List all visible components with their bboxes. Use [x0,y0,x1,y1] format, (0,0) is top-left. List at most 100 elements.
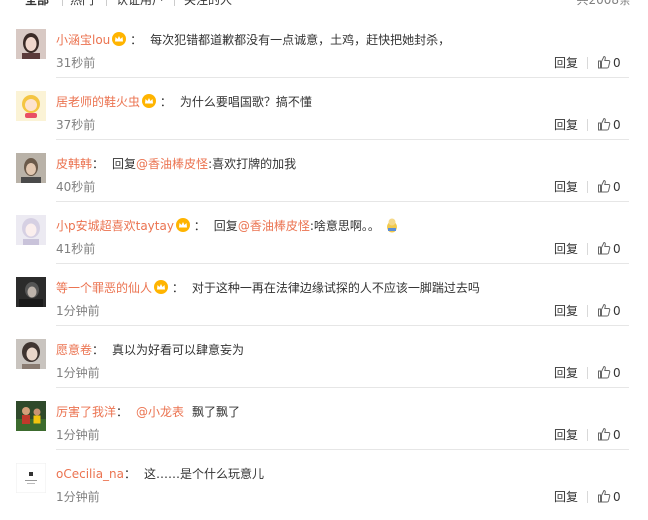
person-portrait-icon [16,153,46,183]
avatar[interactable] [16,29,46,59]
action-separator [587,491,588,503]
row-divider [56,449,629,450]
like-count: 0 [613,428,621,442]
avatar[interactable] [16,153,46,183]
cartoon-girl-icon [16,91,46,121]
comment-time: 41秒前 [56,242,96,256]
thumbs-up-icon [598,241,611,255]
avatar[interactable] [16,463,46,493]
thumbs-up-icon [598,427,611,441]
cartoon-emoji-icon [386,218,397,233]
mention-link[interactable]: @小龙表 [136,405,184,419]
like-count: 0 [613,490,621,504]
action-separator [587,367,588,379]
like-button[interactable]: 0 [597,241,621,257]
like-button[interactable]: 0 [597,303,621,319]
reply-button[interactable]: 回复 [554,303,578,319]
username-link[interactable]: 愿意卷 [56,343,92,357]
comment-total-count: 共2008条 [576,0,631,7]
reply-button[interactable]: 回复 [554,55,578,71]
reply-prefix: 回复 [213,219,238,233]
like-button[interactable]: 0 [597,489,621,505]
row-divider [56,201,629,202]
like-count: 0 [613,366,621,380]
colon-separator: ： [92,157,105,171]
comment-text: :啥意思啊。。 [309,219,380,233]
avatar[interactable] [16,91,46,121]
woman-face-icon [16,339,46,369]
colon-separator: ： [171,281,184,295]
comment-item: 居老师的鞋火虫 ： 为什么要唱国歌？搞不懂 37秒前 回复 0 [0,86,648,148]
comment-time: 1分钟前 [56,304,100,318]
comment-item: 皮韩韩： 回复@香油棒皮怪:喜欢打牌的加我 40秒前 回复 0 [0,148,648,210]
sports-photo-icon [16,401,46,431]
colon-separator: ： [159,95,172,109]
thumbs-up-icon [598,117,611,131]
like-count: 0 [613,242,621,256]
reply-button[interactable]: 回复 [554,241,578,257]
reply-button[interactable]: 回复 [554,489,578,505]
comment-item: 小涵宝lou ： 每次犯错都道歉都没有一点诚意，土鸡，赶快把她封杀， 31秒前 回… [0,24,648,86]
like-button[interactable]: 0 [597,365,621,381]
row-divider [56,263,629,264]
anime-girl-icon [16,215,46,245]
thumbs-up-icon [598,489,611,503]
like-button[interactable]: 0 [597,179,621,195]
like-count: 0 [613,56,621,70]
comment-time: 31秒前 [56,56,96,70]
comment-text: 飘了飘了 [192,405,241,419]
minimal-logo-icon [16,463,46,493]
reply-button[interactable]: 回复 [554,365,578,381]
dark-photo-icon [16,277,46,307]
vip-crown-icon [154,280,169,294]
tab-following[interactable]: 关注的人 [184,0,232,8]
username-link[interactable]: oCecilia_na [56,467,124,481]
like-button[interactable]: 0 [597,427,621,443]
action-separator [587,305,588,317]
username-link[interactable]: 厉害了我洋 [56,405,116,419]
username-link[interactable]: 皮韩韩 [56,157,92,171]
comment-item: 等一个罪恶的仙人 ：对于这种一再在法律边缘试探的人不应该一脚踹过去吗 1分钟前 … [0,272,648,334]
like-count: 0 [613,118,621,132]
colon-separator: ： [92,343,105,357]
tab-hot[interactable]: 热门 [70,0,94,8]
reply-prefix: 回复 [112,157,137,171]
mention-link[interactable]: @香油棒皮怪 [136,157,208,171]
comment-time: 40秒前 [56,180,96,194]
avatar[interactable] [16,277,46,307]
comment-time: 1分钟前 [56,366,100,380]
username-link[interactable]: 等一个罪恶的仙人 [56,281,152,295]
tab-verified[interactable]: 认证用户 [116,0,164,8]
reply-button[interactable]: 回复 [554,179,578,195]
avatar[interactable] [16,339,46,369]
reply-button[interactable]: 回复 [554,427,578,443]
woman-portrait-icon [16,29,46,59]
comment-item: 愿意卷： 真以为好看可以肆意妄为 1分钟前 回复 0 [0,334,648,396]
comment-filter-bar: 全部 热门 认证用户 关注的人 共2008条 [0,0,648,8]
comment-time: 1分钟前 [56,490,100,504]
colon-separator: ： [124,467,137,481]
vip-crown-icon [142,94,157,108]
tab-all[interactable]: 全部 [25,0,49,8]
comment-item: 厉害了我洋： @小龙表 飘了飘了 1分钟前 回复 0 [0,396,648,458]
action-separator [587,181,588,193]
avatar[interactable] [16,401,46,431]
comment-item: 小p安城超喜欢taytay ：回复@香油棒皮怪:啥意思啊。。 41秒前 回复 0 [0,210,648,272]
username-link[interactable]: 小p安城超喜欢taytay [56,219,174,233]
avatar[interactable] [16,215,46,245]
like-button[interactable]: 0 [597,55,621,71]
like-count: 0 [613,304,621,318]
comment-text: 每次犯错都道歉都没有一点诚意，土鸡，赶快把她封杀， [150,33,451,47]
username-link[interactable]: 居老师的鞋火虫 [56,95,140,109]
like-button[interactable]: 0 [597,117,621,133]
tab-separator [106,0,107,6]
thumbs-up-icon [598,179,611,193]
colon-separator: ： [193,219,206,233]
reply-button[interactable]: 回复 [554,117,578,133]
mention-link[interactable]: @香油棒皮怪 [238,219,310,233]
username-link[interactable]: 小涵宝lou [56,33,110,47]
comment-text: 对于这种一再在法律边缘试探的人不应该一脚踹过去吗 [191,281,480,295]
comment-item: oCecilia_na： 这……是个什么玩意儿 1分钟前 回复 0 [0,458,648,520]
comment-time: 1分钟前 [56,428,100,442]
like-count: 0 [613,180,621,194]
